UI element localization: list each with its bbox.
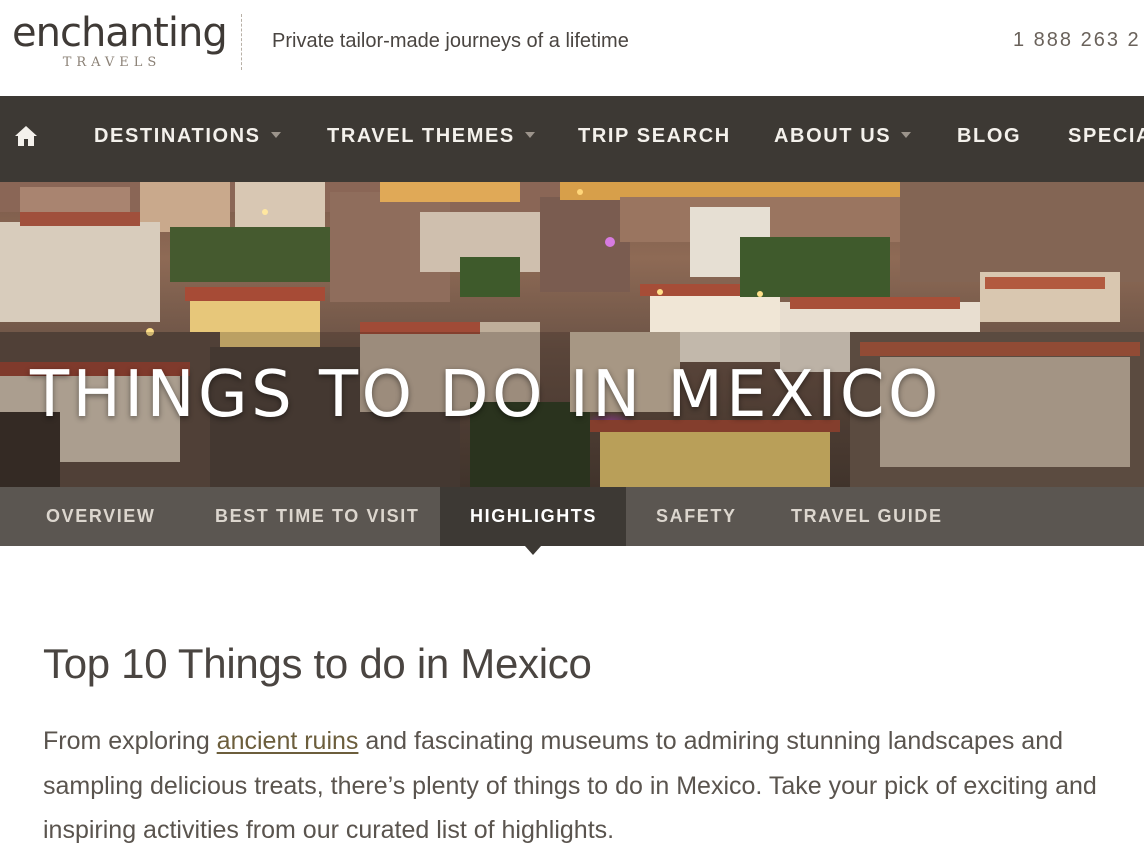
hero-cityscape-image bbox=[0, 182, 1144, 487]
intro-paragraph: From exploring ancient ruins and fascina… bbox=[43, 719, 1144, 853]
tab-highlights[interactable]: HIGHLIGHTS bbox=[440, 487, 626, 546]
nav-item-label: ABOUT US bbox=[774, 125, 892, 147]
tab-overview[interactable]: OVERVIEW bbox=[0, 487, 186, 546]
ancient-ruins-link[interactable]: ancient ruins bbox=[217, 727, 359, 755]
tab-label: TRAVEL GUIDE bbox=[791, 506, 943, 526]
header-divider bbox=[241, 14, 242, 70]
intro-text: From exploring bbox=[43, 727, 217, 755]
nav-item-blog[interactable]: BLOG bbox=[957, 124, 1021, 148]
chevron-down-icon bbox=[901, 131, 912, 138]
intro-line-3: inspiring activities from our curated li… bbox=[43, 816, 615, 844]
nav-item-label: TRIP SEARCH bbox=[578, 125, 731, 147]
nav-item-trip-search[interactable]: TRIP SEARCH bbox=[578, 124, 731, 148]
nav-item-label: BLOG bbox=[957, 125, 1022, 147]
logo-wordmark: enchanting bbox=[12, 10, 228, 56]
active-tab-pointer bbox=[525, 546, 541, 555]
nav-item-specials[interactable]: SPECIA bbox=[1068, 124, 1144, 148]
tab-label: OVERVIEW bbox=[46, 506, 156, 526]
tab-label: SAFETY bbox=[656, 506, 737, 526]
nav-item-travel-themes[interactable]: TRAVEL THEMES bbox=[327, 124, 535, 148]
intro-line-1: From exploring ancient ruins and fascina… bbox=[43, 719, 1144, 764]
chevron-down-icon bbox=[270, 131, 281, 138]
phone-number[interactable]: 1 888 263 2 bbox=[1013, 29, 1141, 52]
main-nav: DESTINATIONS TRAVEL THEMES TRIP SEARCH A… bbox=[0, 96, 1144, 182]
nav-item-label: TRAVEL THEMES bbox=[327, 125, 515, 147]
chevron-down-icon bbox=[524, 131, 535, 138]
site-logo[interactable]: enchanting TRAVELS bbox=[12, 10, 228, 72]
intro-text: and fascinating museums to admiring stun… bbox=[358, 727, 1064, 755]
home-icon[interactable] bbox=[14, 124, 38, 148]
site-header: enchanting TRAVELS Private tailor-made j… bbox=[0, 0, 1144, 96]
tagline: Private tailor-made journeys of a lifeti… bbox=[272, 30, 629, 52]
nav-item-destinations[interactable]: DESTINATIONS bbox=[94, 124, 281, 148]
hero-banner: THINGS TO DO IN MEXICO bbox=[0, 182, 1144, 487]
logo-subtitle: TRAVELS bbox=[62, 55, 162, 70]
nav-item-about-us[interactable]: ABOUT US bbox=[774, 124, 912, 148]
tab-safety[interactable]: SAFETY bbox=[626, 487, 767, 546]
section-tabs: OVERVIEW BEST TIME TO VISIT HIGHLIGHTS S… bbox=[0, 487, 1144, 546]
tab-travel-guide[interactable]: TRAVEL GUIDE bbox=[761, 487, 973, 546]
hero-title: THINGS TO DO IN MEXICO bbox=[30, 358, 942, 432]
page-title: Top 10 Things to do in Mexico bbox=[43, 640, 592, 687]
tab-label: HIGHLIGHTS bbox=[470, 506, 597, 526]
tab-label: BEST TIME TO VISIT bbox=[215, 506, 420, 526]
tab-best-time-to-visit[interactable]: BEST TIME TO VISIT bbox=[185, 487, 450, 546]
nav-item-label: SPECIA bbox=[1068, 125, 1144, 147]
intro-line-2: sampling delicious treats, there’s plent… bbox=[43, 771, 1097, 800]
nav-item-label: DESTINATIONS bbox=[94, 125, 261, 147]
